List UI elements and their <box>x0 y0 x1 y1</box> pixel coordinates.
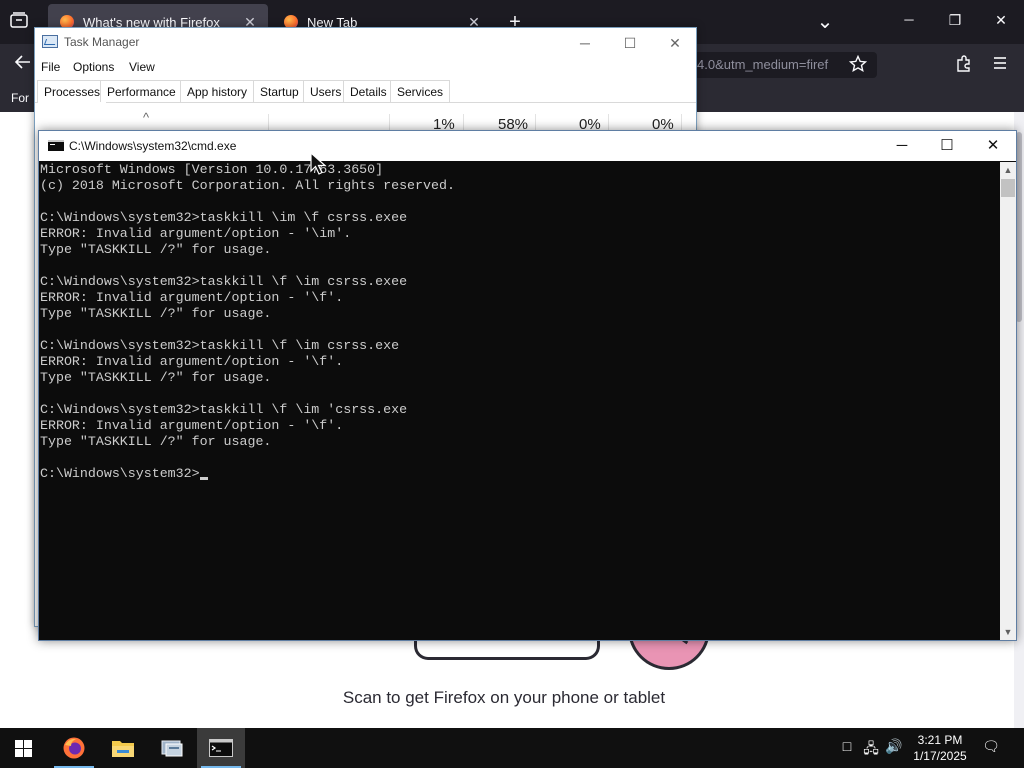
menu-view[interactable]: View <box>129 60 155 74</box>
volume-icon[interactable]: 🔊 <box>884 738 904 755</box>
text-cursor <box>199 477 208 480</box>
taskbar-command-prompt[interactable] <box>197 728 245 768</box>
maximize-button[interactable]: ☐ <box>924 131 970 161</box>
taskbar-firefox[interactable] <box>50 728 98 768</box>
task-manager-app-icon <box>42 35 58 48</box>
tab-services[interactable]: Services <box>390 80 451 102</box>
scroll-up-icon[interactable]: ▲ <box>1000 162 1016 178</box>
close-button[interactable]: ✕ <box>970 131 1016 161</box>
scan-prompt-text: Scan to get Firefox on your phone or tab… <box>342 688 666 707</box>
list-all-tabs-chevron-down-icon[interactable]: ⌄ <box>810 9 840 34</box>
tab-manager-icon[interactable] <box>4 12 34 33</box>
task-manager-tabs: Processes Performance App history Startu… <box>35 80 696 103</box>
task-manager-titlebar[interactable]: Task Manager ─ ☐ ✕ <box>35 28 696 58</box>
window-title: Task Manager <box>64 35 140 49</box>
console-output-area[interactable]: Microsoft Windows [Version 10.0.17763.36… <box>39 162 1000 640</box>
console-text: Microsoft Windows [Version 10.0.17763.36… <box>40 162 455 481</box>
taskbar: □ 🖧 🔊 🗨 <box>0 728 1024 768</box>
tab-processes[interactable]: Processes <box>37 80 108 103</box>
bookmark-item[interactable]: For <box>11 91 29 105</box>
taskbar-server-manager[interactable] <box>148 728 196 768</box>
bookmark-star-icon[interactable] <box>843 54 873 78</box>
mouse-pointer-icon <box>310 152 327 175</box>
close-button[interactable]: ✕ <box>986 12 1016 29</box>
maximize-button[interactable]: ☐ <box>607 31 653 55</box>
windows-logo-icon <box>15 740 32 757</box>
window-title: C:\Windows\system32\cmd.exe <box>69 139 237 153</box>
console-scrollbar[interactable]: ▲ ▼ <box>1000 162 1016 640</box>
network-icon[interactable]: 🖧 <box>861 738 881 762</box>
minimize-button[interactable]: ─ <box>879 131 925 161</box>
tab-startup[interactable]: Startup <box>253 80 306 102</box>
close-button[interactable]: ✕ <box>652 31 698 55</box>
minimize-button[interactable]: ─ <box>894 12 924 27</box>
menu-icon[interactable] <box>985 55 1015 76</box>
tab-performance[interactable]: Performance <box>100 80 183 102</box>
scrollbar-thumb[interactable] <box>1001 179 1015 197</box>
firefox-icon <box>63 737 85 759</box>
sort-arrow-icon[interactable]: ^ <box>143 110 149 125</box>
tab-users[interactable]: Users <box>303 80 349 102</box>
taskbar-clock[interactable]: 3:21 PM 1/17/2025 <box>905 732 975 764</box>
folder-icon <box>112 741 134 757</box>
scroll-down-icon[interactable]: ▼ <box>1000 624 1016 640</box>
menu-options[interactable]: Options <box>73 60 114 74</box>
clock-date: 1/17/2025 <box>913 749 967 763</box>
restore-button[interactable]: ❐ <box>940 12 970 29</box>
clock-time: 3:21 PM <box>917 733 963 747</box>
tab-app-history[interactable]: App history <box>180 80 255 102</box>
process-column-header: ^ 1% 58% 0% 0% <box>35 110 696 133</box>
cmd-titlebar[interactable]: C:\Windows\system32\cmd.exe ─ ☐ ✕ <box>39 131 1016 161</box>
tab-details[interactable]: Details <box>343 80 394 102</box>
taskbar-file-explorer[interactable] <box>99 728 147 768</box>
action-center-icon[interactable]: 🗨 <box>981 738 1001 755</box>
command-prompt-icon <box>48 140 64 151</box>
minimize-button[interactable]: ─ <box>562 31 608 55</box>
server-manager-icon <box>161 740 183 757</box>
notification-area-icon[interactable]: □ <box>837 738 857 754</box>
command-prompt-icon <box>209 739 233 757</box>
console-prompt: C:\Windows\system32> <box>40 466 200 481</box>
extensions-icon[interactable] <box>949 55 979 78</box>
command-prompt-window[interactable]: C:\Windows\system32\cmd.exe ─ ☐ ✕ Micros… <box>38 130 1017 641</box>
menu-file[interactable]: File <box>41 60 60 74</box>
url-text: 4.0&utm_medium=firef <box>697 57 829 72</box>
start-button[interactable] <box>0 728 48 768</box>
